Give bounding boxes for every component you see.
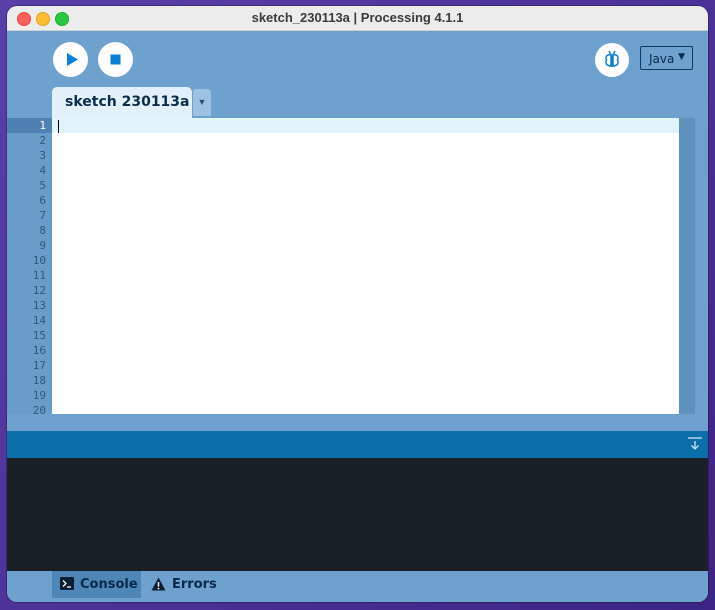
- collapse-console-icon[interactable]: [688, 436, 702, 452]
- line-number: 6: [39, 194, 46, 207]
- mode-select-label: Java: [649, 52, 675, 66]
- stop-button[interactable]: [98, 42, 133, 77]
- line-number: 15: [32, 329, 46, 342]
- footer-tab-bar: Console Errors: [7, 571, 708, 602]
- terminal-icon: [60, 577, 74, 590]
- line-number: 19: [32, 389, 46, 402]
- line-number: 8: [39, 224, 46, 237]
- tab-menu-button[interactable]: ▼: [193, 89, 211, 116]
- line-number: 12: [32, 284, 46, 297]
- stop-icon: [110, 54, 121, 65]
- line-number: 4: [39, 164, 46, 177]
- text-caret: [58, 120, 59, 133]
- butterfly-debug-icon: [605, 50, 619, 67]
- title-bar[interactable]: sketch_230113a | Processing 4.1.1: [7, 6, 708, 31]
- tab-console[interactable]: Console: [52, 571, 141, 598]
- tab-label: sketch 230113a: [65, 94, 190, 110]
- line-number: 2: [39, 134, 46, 147]
- code-editor[interactable]: [52, 118, 679, 414]
- chevron-down-icon: ▼: [678, 52, 685, 62]
- debug-button[interactable]: [595, 43, 629, 77]
- tab-sketch[interactable]: sketch 230113a: [52, 87, 192, 118]
- play-icon: [67, 53, 78, 66]
- line-number: 14: [32, 314, 46, 327]
- line-number: 20: [32, 404, 46, 417]
- line-number: 10: [32, 254, 46, 267]
- line-number-gutter: 1 2 3 4 5 6 7 8 9 10 11 12 13 14 15 16 17 18 19 20: [7, 118, 52, 417]
- line-number: 11: [32, 269, 46, 282]
- editor-vertical-scrollbar[interactable]: [679, 118, 695, 414]
- line-number: 16: [32, 344, 46, 357]
- window-title: sketch_230113a | Processing 4.1.1: [251, 10, 464, 25]
- line-number: 9: [39, 239, 46, 252]
- line-number: 17: [32, 359, 46, 372]
- console-output[interactable]: [7, 458, 708, 571]
- line-number: 5: [39, 179, 46, 192]
- tab-console-label: Console: [80, 577, 138, 592]
- processing-window: sketch_230113a | Processing 4.1.1 Java ▼…: [7, 6, 708, 602]
- mode-select[interactable]: Java ▼: [640, 46, 693, 70]
- tab-errors[interactable]: Errors: [147, 571, 227, 598]
- line-number: 7: [39, 209, 46, 222]
- line-number: 1: [39, 119, 46, 132]
- line-number: 18: [32, 374, 46, 387]
- warning-icon: [151, 577, 166, 591]
- line-number: 3: [39, 149, 46, 162]
- tab-errors-label: Errors: [172, 577, 217, 592]
- line-number: 13: [32, 299, 46, 312]
- current-line-highlight: [52, 118, 679, 133]
- run-button[interactable]: [53, 42, 88, 77]
- console-header: [7, 431, 708, 458]
